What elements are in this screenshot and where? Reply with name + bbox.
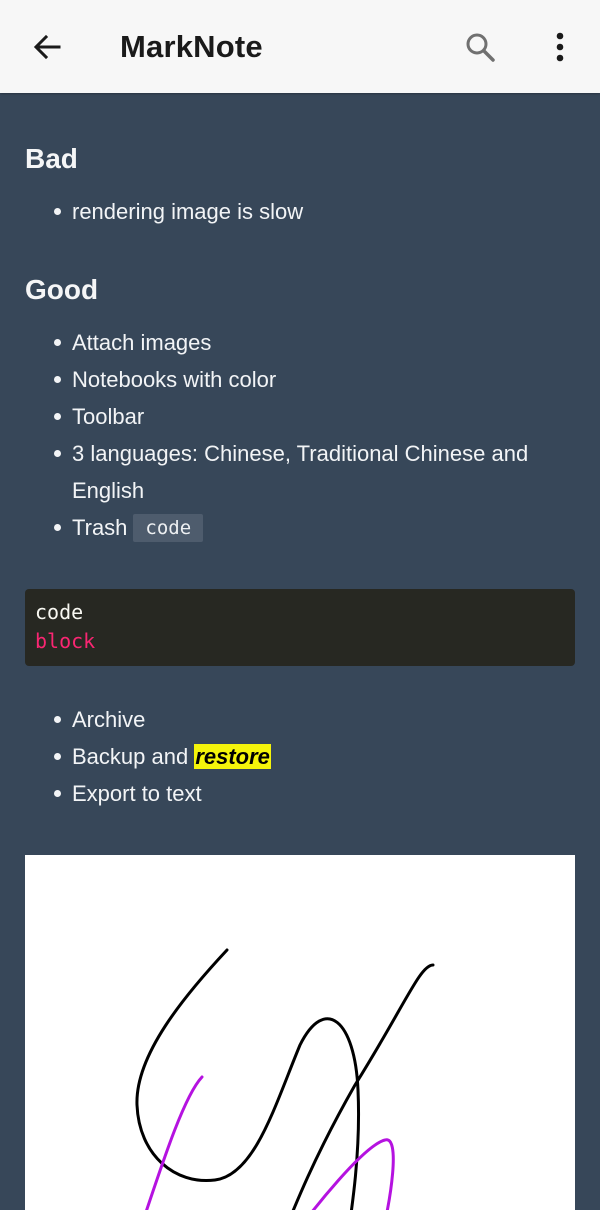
code-line: block bbox=[35, 629, 96, 653]
search-icon bbox=[466, 33, 495, 62]
sketch-stroke-purple bbox=[145, 1075, 204, 1210]
list-item: Toolbar bbox=[25, 398, 565, 435]
list-item: Notebooks with color bbox=[25, 361, 565, 398]
arrow-back-icon bbox=[33, 34, 61, 60]
heading-good: Good bbox=[25, 274, 99, 305]
bad-list: rendering image is slow bbox=[25, 193, 565, 230]
list-item: Attach images bbox=[25, 324, 565, 361]
search-button[interactable] bbox=[455, 22, 505, 72]
more-options-button[interactable] bbox=[535, 22, 585, 72]
code-line: code bbox=[35, 600, 84, 624]
note-content[interactable]: Bad rendering image is slow Good Attach … bbox=[0, 93, 600, 1210]
highlighted-text: restore bbox=[194, 744, 271, 769]
list-item: Export to text bbox=[25, 775, 565, 812]
more-vert-icon bbox=[556, 32, 564, 62]
feature-list: Archive Backup and restore Export to tex… bbox=[25, 701, 565, 812]
list-item: rendering image is slow bbox=[25, 193, 565, 230]
sketch-image[interactable] bbox=[25, 855, 575, 1210]
list-item-label: Trash bbox=[72, 515, 128, 540]
heading-bad: Bad bbox=[25, 143, 78, 174]
sketch-drawing bbox=[135, 948, 435, 1210]
list-item-label: Backup and bbox=[72, 744, 195, 769]
app-title: MarkNote bbox=[120, 29, 263, 64]
app-bar: MarkNote bbox=[0, 0, 600, 93]
list-item: Archive bbox=[25, 701, 565, 738]
list-item: 3 languages: Chinese, Traditional Chines… bbox=[25, 435, 565, 509]
sketch-stroke-black bbox=[135, 948, 361, 1210]
code-block: code block bbox=[25, 589, 575, 666]
back-button[interactable] bbox=[22, 22, 72, 72]
list-item-trash: Trash code bbox=[25, 509, 565, 546]
good-list: Attach images Notebooks with color Toolb… bbox=[25, 324, 565, 546]
inline-code: code bbox=[133, 514, 204, 542]
sketch-stroke-black bbox=[291, 963, 435, 1210]
list-item-backup: Backup and restore bbox=[25, 738, 565, 775]
